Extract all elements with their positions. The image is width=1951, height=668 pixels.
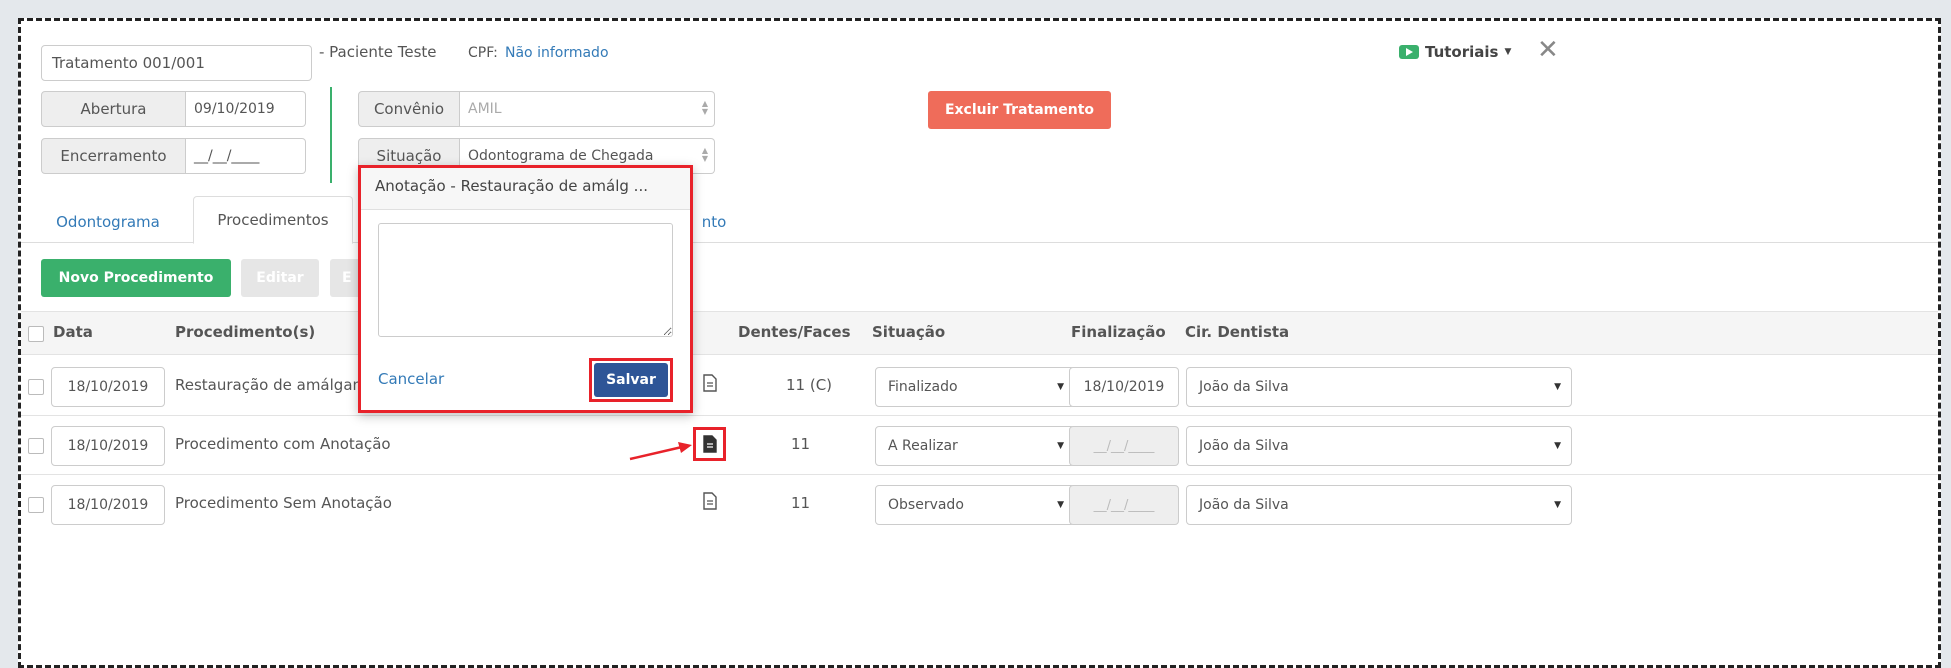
col-situacao: Situação <box>872 323 946 341</box>
abertura-date-field[interactable]: 09/10/2019 <box>186 91 306 127</box>
row-procedure: Procedimento Sem Anotação <box>175 494 392 512</box>
cpf-value-link[interactable]: Não informado <box>505 45 609 61</box>
tutorials-label: Tutoriais <box>1425 43 1499 61</box>
row-finalizacao-field[interactable]: __/__/____ <box>1069 485 1179 525</box>
note-document-icon[interactable] <box>702 374 718 396</box>
row-date-field[interactable]: 18/10/2019 <box>51 485 165 525</box>
delete-treatment-button[interactable]: Excluir Tratamento <box>928 91 1111 129</box>
encerramento-date-field[interactable]: __/__/____ <box>186 138 306 174</box>
row-finalizacao-field[interactable]: 18/10/2019 <box>1069 367 1179 407</box>
spinner-icon: ▲ ▼ <box>701 99 708 116</box>
annotation-popover: Anotação - Restauração de amálg ... Canc… <box>358 165 693 413</box>
tab-acompanhamento[interactable]: nto <box>689 202 739 242</box>
cpf-label: CPF: <box>468 45 498 61</box>
table-header: Data Procedimento(s) Dentes/Faces Situaç… <box>21 311 1938 355</box>
caret-down-icon: ▼ <box>1554 382 1561 392</box>
tutorials-dropdown[interactable]: Tutoriais ▼ <box>1399 43 1511 61</box>
convenio-label: Convênio <box>358 91 460 127</box>
caret-down-icon: ▼ <box>1057 382 1064 392</box>
row-date-field[interactable]: 18/10/2019 <box>51 426 165 466</box>
row-dentist-select[interactable]: João da Silva ▼ <box>1186 485 1572 525</box>
row-checkbox[interactable] <box>28 438 44 454</box>
caret-down-icon: ▼ <box>1504 47 1512 57</box>
row-finalizacao-field[interactable]: __/__/____ <box>1069 426 1179 466</box>
row-teeth: 11 (C) <box>786 376 833 394</box>
convenio-value: AMIL <box>468 101 502 117</box>
row-procedure: Restauração de amálgama <box>175 376 377 394</box>
row-status-select[interactable]: Observado ▼ <box>875 485 1075 525</box>
patient-name: - Paciente Teste <box>319 43 437 61</box>
encerramento-label: Encerramento <box>41 138 186 174</box>
treatment-number-field[interactable]: Tratamento 001/001 <box>41 45 312 81</box>
spinner-icon: ▲ ▼ <box>701 146 708 163</box>
col-finalizacao: Finalização <box>1071 323 1166 341</box>
situacao-value: Odontograma de Chegada <box>468 148 654 164</box>
row-status-value: A Realizar <box>888 438 958 454</box>
note-document-icon[interactable] <box>702 492 718 514</box>
row-teeth: 11 <box>791 494 811 512</box>
col-data: Data <box>53 323 93 341</box>
select-all-checkbox[interactable] <box>28 326 44 342</box>
note-document-icon-highlighted[interactable] <box>693 427 726 461</box>
row-dentist-value: João da Silva <box>1199 497 1289 513</box>
row-dentist-select[interactable]: João da Silva ▼ <box>1186 367 1572 407</box>
new-procedure-button[interactable]: Novo Procedimento <box>41 259 231 297</box>
row-date-field[interactable]: 18/10/2019 <box>51 367 165 407</box>
abertura-date-value: 09/10/2019 <box>194 101 275 117</box>
caret-down-icon: ▼ <box>1554 500 1561 510</box>
row-procedure: Procedimento com Anotação <box>175 435 391 453</box>
row-status-value: Finalizado <box>888 379 958 395</box>
row-status-select[interactable]: Finalizado ▼ <box>875 367 1075 407</box>
table-row: 18/10/2019 Restauração de amálgama 11 (C… <box>21 357 1938 415</box>
row-dentist-value: João da Silva <box>1199 438 1289 454</box>
tab-odontograma[interactable]: Odontograma <box>43 202 173 242</box>
table-row: 18/10/2019 Procedimento Sem Anotação 11 … <box>21 475 1938 533</box>
encerramento-date-value: __/__/____ <box>194 148 260 164</box>
row-status-select[interactable]: A Realizar ▼ <box>875 426 1075 466</box>
table-row: 18/10/2019 Procedimento com Anotação 11 … <box>21 416 1938 474</box>
row-checkbox[interactable] <box>28 379 44 395</box>
save-button[interactable]: Salvar <box>594 363 668 397</box>
col-dentista: Cir. Dentista <box>1185 323 1290 341</box>
cancel-link[interactable]: Cancelar <box>378 370 444 388</box>
convenio-select[interactable]: AMIL ▲ ▼ <box>460 91 715 127</box>
row-dentist-value: João da Silva <box>1199 379 1289 395</box>
caret-down-icon: ▼ <box>1057 441 1064 451</box>
edit-button[interactable]: Editar <box>241 259 319 297</box>
abertura-label: Abertura <box>41 91 186 127</box>
treatment-number-value: Tratamento 001/001 <box>52 54 205 72</box>
caret-down-icon: ▼ <box>1057 500 1064 510</box>
close-icon[interactable]: ✕ <box>1537 37 1559 63</box>
treatment-panel: Tratamento 001/001 - Paciente Teste CPF:… <box>18 18 1941 668</box>
tab-procedimentos[interactable]: Procedimentos <box>193 196 353 244</box>
popover-title: Anotação - Restauração de amálg ... <box>361 168 690 210</box>
red-arrow-annotation <box>626 439 696 467</box>
col-dentes: Dentes/Faces <box>738 323 851 341</box>
row-teeth: 11 <box>791 435 811 453</box>
save-button-highlight: Salvar <box>589 358 673 402</box>
annotation-textarea[interactable] <box>378 223 673 337</box>
row-dentist-select[interactable]: João da Silva ▼ <box>1186 426 1572 466</box>
col-procedimentos: Procedimento(s) <box>175 323 316 341</box>
caret-down-icon: ▼ <box>1554 441 1561 451</box>
row-status-value: Observado <box>888 497 964 513</box>
section-divider <box>330 87 332 183</box>
youtube-icon <box>1399 45 1419 59</box>
row-checkbox[interactable] <box>28 497 44 513</box>
